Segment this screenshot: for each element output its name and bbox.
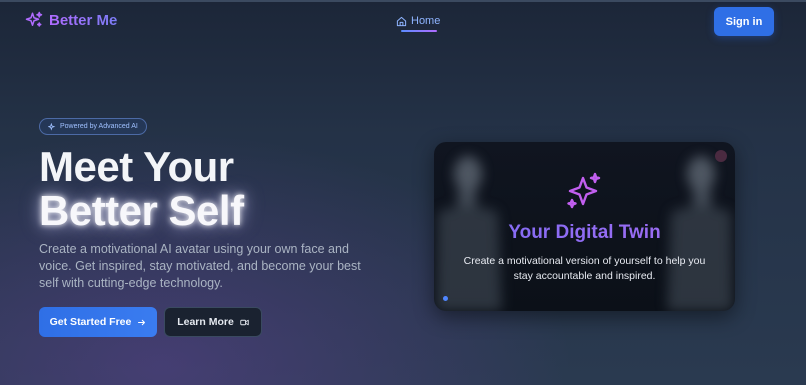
learn-more-button[interactable]: Learn More: [164, 307, 262, 337]
brand-name: Better Me: [49, 11, 118, 29]
brand-logo[interactable]: Better Me: [25, 11, 117, 29]
hero-title-line-1: Meet Your: [39, 143, 234, 190]
nav-home-label: Home: [411, 15, 441, 27]
hero-description: Create a motivational AI avatar using yo…: [39, 242, 361, 290]
get-started-label: Get Started Free: [49, 316, 132, 328]
sparkles-icon: [48, 122, 56, 131]
sign-in-button[interactable]: Sign in: [714, 7, 774, 36]
video-icon: [240, 319, 249, 325]
arrow-right-icon: [138, 319, 146, 325]
top-navigation: Better Me Home Sign in: [0, 0, 806, 44]
get-started-button[interactable]: Get Started Free: [39, 307, 157, 337]
sparkles-icon: [567, 172, 601, 209]
card-title: Your Digital Twin: [434, 222, 735, 244]
digital-twin-card: Your Digital Twin Create a motivational …: [434, 142, 735, 311]
nav-link-home[interactable]: Home: [396, 15, 440, 27]
card-description: Create a motivational version of yoursel…: [463, 255, 706, 282]
active-nav-indicator: [401, 30, 437, 32]
sparkles-icon: [25, 11, 43, 27]
learn-more-label: Learn More: [177, 316, 234, 328]
badge-label: Powered by Advanced AI: [60, 123, 138, 130]
hero-title-line-2: Better Self: [39, 187, 244, 234]
status-dot: [715, 150, 727, 162]
carousel-indicator[interactable]: [443, 296, 448, 301]
ai-badge: Powered by Advanced AI: [39, 118, 147, 135]
home-icon: [396, 16, 407, 26]
